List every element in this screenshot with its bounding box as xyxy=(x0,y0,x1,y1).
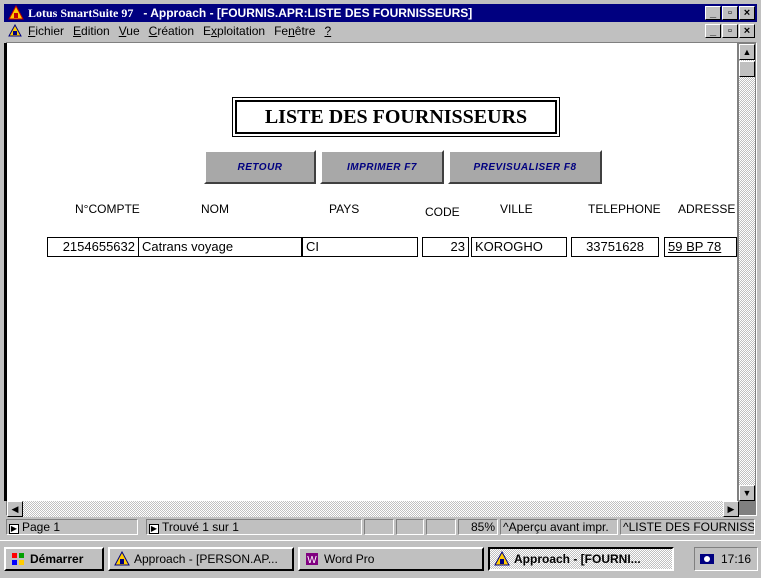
column-header-telephone: TELEPHONE xyxy=(588,202,661,216)
tray-app-icon[interactable] xyxy=(699,551,715,567)
page-nav-icon[interactable]: ▶ xyxy=(9,524,19,534)
scroll-right-icon[interactable]: ▶ xyxy=(723,501,739,517)
start-button[interactable]: Démarrer xyxy=(4,547,104,571)
form-title-box: LISTE DES FOURNISSEURS xyxy=(232,97,560,137)
task-approach-fournis[interactable]: Approach - [FOURNI... xyxy=(488,547,674,571)
field-telephone[interactable]: 33751628 xyxy=(571,237,659,257)
field-nom[interactable]: Catrans voyage xyxy=(138,237,302,257)
found-indicator[interactable]: ▶ Trouvé 1 sur 1 xyxy=(146,519,362,535)
doc-close-button[interactable]: × xyxy=(739,24,755,38)
find-icon[interactable]: ▶ xyxy=(149,524,159,534)
doc-minimize-button[interactable]: _ xyxy=(705,24,721,38)
horizontal-scrollbar[interactable]: ◀ ▶ xyxy=(7,501,739,517)
field-pays[interactable]: CI xyxy=(302,237,418,257)
status-empty-1 xyxy=(364,519,394,535)
scroll-down-icon[interactable]: ▼ xyxy=(739,485,755,501)
column-header-nom: NOM xyxy=(201,202,229,216)
minimize-button[interactable]: _ xyxy=(705,6,721,20)
view-indicator[interactable]: ^LISTE DES FOURNISSEUR xyxy=(620,519,755,535)
zoom-level[interactable]: 85% xyxy=(458,519,498,535)
menu-fichier[interactable]: Fichier xyxy=(28,24,64,38)
title-bar: Lotus SmartSuite 97 - Approach - [FOURNI… xyxy=(4,4,757,22)
doc-restore-button[interactable]: ▫ xyxy=(722,24,738,38)
form-title: LISTE DES FOURNISSEURS xyxy=(264,105,528,128)
mode-indicator[interactable]: ^Aperçu avant impr. xyxy=(500,519,618,535)
retour-button[interactable]: RETOUR xyxy=(204,150,316,184)
task-approach-person[interactable]: Approach - [PERSON.AP... xyxy=(108,547,294,571)
word-pro-icon: W xyxy=(306,553,318,566)
start-label: Démarrer xyxy=(30,552,84,566)
approach-icon xyxy=(494,551,510,566)
status-empty-2 xyxy=(396,519,424,535)
column-header-compte: N°COMPTE xyxy=(75,202,140,216)
lotus-app-icon[interactable] xyxy=(8,5,24,21)
svg-text:W: W xyxy=(307,555,317,566)
vertical-scrollbar[interactable]: ▲ ▼ xyxy=(739,44,755,501)
clock[interactable]: 17:16 xyxy=(721,552,751,566)
close-button[interactable]: × xyxy=(739,6,755,20)
menu-help[interactable]: ? xyxy=(324,24,331,38)
column-header-pays: PAYS xyxy=(329,202,360,216)
scroll-left-icon[interactable]: ◀ xyxy=(7,501,23,517)
field-code[interactable]: 23 xyxy=(422,237,469,257)
previsualiser-button[interactable]: PREVISUALISER F8 xyxy=(448,150,602,184)
menu-exploitation[interactable]: Exploitation xyxy=(203,24,265,38)
windows-logo-icon xyxy=(12,553,24,565)
restore-button[interactable]: ▫ xyxy=(722,6,738,20)
task-word-pro[interactable]: W Word Pro xyxy=(298,547,484,571)
task-label: Approach - [PERSON.AP... xyxy=(134,552,278,566)
document-icon[interactable] xyxy=(8,24,22,38)
imprimer-button[interactable]: IMPRIMER F7 xyxy=(320,150,444,184)
approach-icon xyxy=(114,551,130,566)
column-header-code: CODE xyxy=(425,205,460,219)
menu-bar: Fichier Edition Vue Création Exploitatio… xyxy=(4,22,757,40)
menu-vue[interactable]: Vue xyxy=(119,24,140,38)
page-indicator[interactable]: ▶ Page 1 xyxy=(6,519,138,535)
task-label: Word Pro xyxy=(324,552,375,566)
menu-fenetre[interactable]: Fenêtre xyxy=(274,24,315,38)
app-name: Lotus SmartSuite 97 xyxy=(28,5,134,20)
system-tray: 17:16 xyxy=(694,547,758,571)
scroll-up-icon[interactable]: ▲ xyxy=(739,44,755,60)
field-compte[interactable]: 2154655632 xyxy=(47,237,139,257)
status-empty-3 xyxy=(426,519,456,535)
task-label: Approach - [FOURNI... xyxy=(514,552,641,566)
window-title: - Approach - [FOURNIS.APR:LISTE DES FOUR… xyxy=(143,6,473,20)
vertical-scroll-thumb[interactable] xyxy=(739,61,755,77)
column-header-ville: VILLE xyxy=(500,202,533,216)
taskbar: Démarrer Approach - [PERSON.AP... W Word… xyxy=(0,540,761,578)
field-adresse[interactable]: 59 BP 78 xyxy=(664,237,737,257)
column-header-adresse: ADRESSE xyxy=(678,202,736,216)
field-ville[interactable]: KOROGHO xyxy=(471,237,567,257)
menu-creation[interactable]: Création xyxy=(149,24,194,38)
menu-edition[interactable]: Edition xyxy=(73,24,110,38)
status-bar: ▶ Page 1 ▶ Trouvé 1 sur 1 85% ^Aperçu avan… xyxy=(4,518,757,536)
